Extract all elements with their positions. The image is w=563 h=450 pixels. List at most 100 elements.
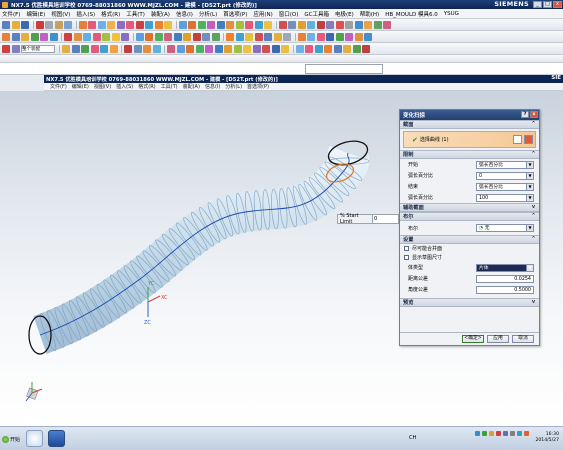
inner-menu-analysis[interactable]: 分析(L): [225, 83, 242, 90]
face-rule-icon[interactable]: [133, 44, 142, 53]
dialog-close-button[interactable]: x: [530, 111, 538, 118]
cylinder-icon[interactable]: [264, 32, 272, 41]
dialog-title-bar[interactable]: 变化扫掠 ? x: [400, 110, 539, 120]
patch-icon[interactable]: [264, 20, 272, 29]
offset-face-icon[interactable]: [226, 20, 234, 29]
chamfer-icon[interactable]: [135, 20, 144, 29]
end-type-select[interactable]: 弧长百分比 ▼: [476, 182, 534, 191]
flag-icon[interactable]: [524, 431, 529, 436]
law-extension-icon[interactable]: [211, 32, 220, 41]
transform-icon[interactable]: [316, 32, 325, 41]
menu-application[interactable]: 应用(N): [253, 10, 272, 18]
curve-pick-icon[interactable]: [524, 135, 533, 144]
command-finder-input[interactable]: [305, 64, 383, 74]
menu-insert[interactable]: 插入(S): [76, 10, 95, 18]
fit-icon[interactable]: [326, 20, 334, 29]
bridge-curve-icon[interactable]: [102, 32, 110, 41]
unblank-icon[interactable]: [335, 32, 344, 41]
thicken-icon[interactable]: [245, 20, 253, 29]
studio-icon[interactable]: [333, 44, 342, 53]
inner-menu-view[interactable]: 视图(V): [94, 83, 111, 90]
update-icon[interactable]: [489, 431, 494, 436]
wireframe-icon[interactable]: [373, 20, 382, 29]
section-cross-section-header[interactable]: 截面 ^: [400, 120, 539, 129]
volume-icon[interactable]: [510, 431, 515, 436]
revolve-icon[interactable]: [88, 20, 96, 29]
body-rule-icon[interactable]: [143, 44, 151, 53]
helix-icon[interactable]: [64, 32, 72, 41]
cone-icon[interactable]: [273, 32, 282, 41]
select-filter-icon[interactable]: [2, 44, 10, 53]
through-mesh-icon[interactable]: [145, 32, 153, 41]
project-curve-icon[interactable]: [83, 32, 91, 41]
measure-icon[interactable]: [278, 20, 287, 29]
spline-icon[interactable]: [40, 32, 48, 41]
subtract-icon[interactable]: [188, 20, 196, 29]
right-view-icon[interactable]: [305, 44, 313, 53]
snap-endpoint-icon[interactable]: [62, 44, 70, 53]
distance-tolerance-input[interactable]: 0.0254: [476, 274, 534, 283]
point-icon[interactable]: [49, 32, 58, 41]
minimize-button[interactable]: _: [533, 1, 542, 8]
inner-menu-assemblies[interactable]: 装配(A): [183, 83, 200, 90]
inner-menu-format[interactable]: 格式(R): [138, 83, 155, 90]
split-body-icon[interactable]: [216, 20, 225, 29]
inner-menu-insert[interactable]: 插入(S): [116, 83, 133, 90]
intersect-icon[interactable]: [197, 20, 206, 29]
gate-icon[interactable]: [233, 44, 242, 53]
menu-tools[interactable]: 工具(T): [126, 10, 145, 18]
nx-taskbar-icon[interactable]: [48, 430, 65, 447]
zoom-icon[interactable]: [335, 20, 344, 29]
mold-wizard-icon[interactable]: [167, 44, 175, 53]
qq-icon[interactable]: [517, 431, 522, 436]
color-icon[interactable]: [345, 32, 353, 41]
blank-icon[interactable]: [326, 32, 334, 41]
menu-window[interactable]: 窗口(O): [279, 10, 299, 18]
security-icon[interactable]: [482, 431, 487, 436]
block-icon[interactable]: [254, 32, 263, 41]
angle-tolerance-input[interactable]: 0.5000: [476, 285, 534, 294]
menu-format[interactable]: 格式(R): [101, 10, 120, 18]
start-limit-value[interactable]: 0: [372, 215, 398, 223]
extrude-icon[interactable]: [78, 20, 87, 29]
snap-existing-icon[interactable]: [109, 44, 118, 53]
bounded-plane-icon[interactable]: [192, 32, 201, 41]
menu-edit[interactable]: 编辑(E): [26, 10, 45, 18]
ruled-icon[interactable]: [183, 32, 191, 41]
cooling-icon[interactable]: [252, 44, 261, 53]
trim-curve-icon[interactable]: [121, 32, 129, 41]
shaded-icon[interactable]: [364, 20, 372, 29]
menu-view[interactable]: 视图(V): [51, 10, 70, 18]
open-icon[interactable]: [11, 20, 20, 29]
select-curve-row[interactable]: ✔ 选择曲线 (1): [403, 131, 536, 148]
pattern-icon[interactable]: [154, 20, 163, 29]
pocket-icon[interactable]: [116, 20, 125, 29]
start-button[interactable]: 开始: [2, 432, 22, 446]
core-cavity-icon[interactable]: [186, 44, 194, 53]
datum-csys-icon[interactable]: [245, 32, 253, 41]
input-language-indicator[interactable]: CH: [409, 435, 416, 441]
selection-scope-select[interactable]: 整个装配: [21, 44, 55, 53]
section-aux-section-header[interactable]: 辅助截面 v: [400, 203, 539, 212]
browser-taskbar-icon[interactable]: [26, 430, 43, 447]
datum-axis-icon[interactable]: [235, 32, 244, 41]
snap-midpoint-icon[interactable]: [71, 44, 80, 53]
end-percent-input[interactable]: 100 ▼: [476, 193, 534, 202]
start-type-select[interactable]: 弧长百分比 ▼: [476, 160, 534, 169]
mirror-icon[interactable]: [164, 20, 172, 29]
shell-icon[interactable]: [145, 20, 153, 29]
wcs-icon[interactable]: [297, 20, 306, 29]
antivirus-icon[interactable]: [496, 431, 501, 436]
body-type-select[interactable]: 片体 ▼: [476, 263, 534, 272]
hole-icon[interactable]: [97, 20, 106, 29]
apply-button[interactable]: 应用: [487, 335, 509, 343]
draft-icon[interactable]: [235, 20, 244, 29]
sphere-icon[interactable]: [283, 32, 291, 41]
start-limit-field[interactable]: % Start Limit 0: [337, 213, 399, 225]
intersect-curve-icon[interactable]: [92, 32, 101, 41]
menu-analysis[interactable]: 分析(L): [199, 10, 217, 18]
boss-icon[interactable]: [107, 20, 115, 29]
menu-information[interactable]: 信息(I): [176, 10, 193, 18]
edit-parameters-icon[interactable]: [297, 32, 306, 41]
menu-hb-mould[interactable]: HB_MOULD 模具6.0: [385, 10, 438, 18]
